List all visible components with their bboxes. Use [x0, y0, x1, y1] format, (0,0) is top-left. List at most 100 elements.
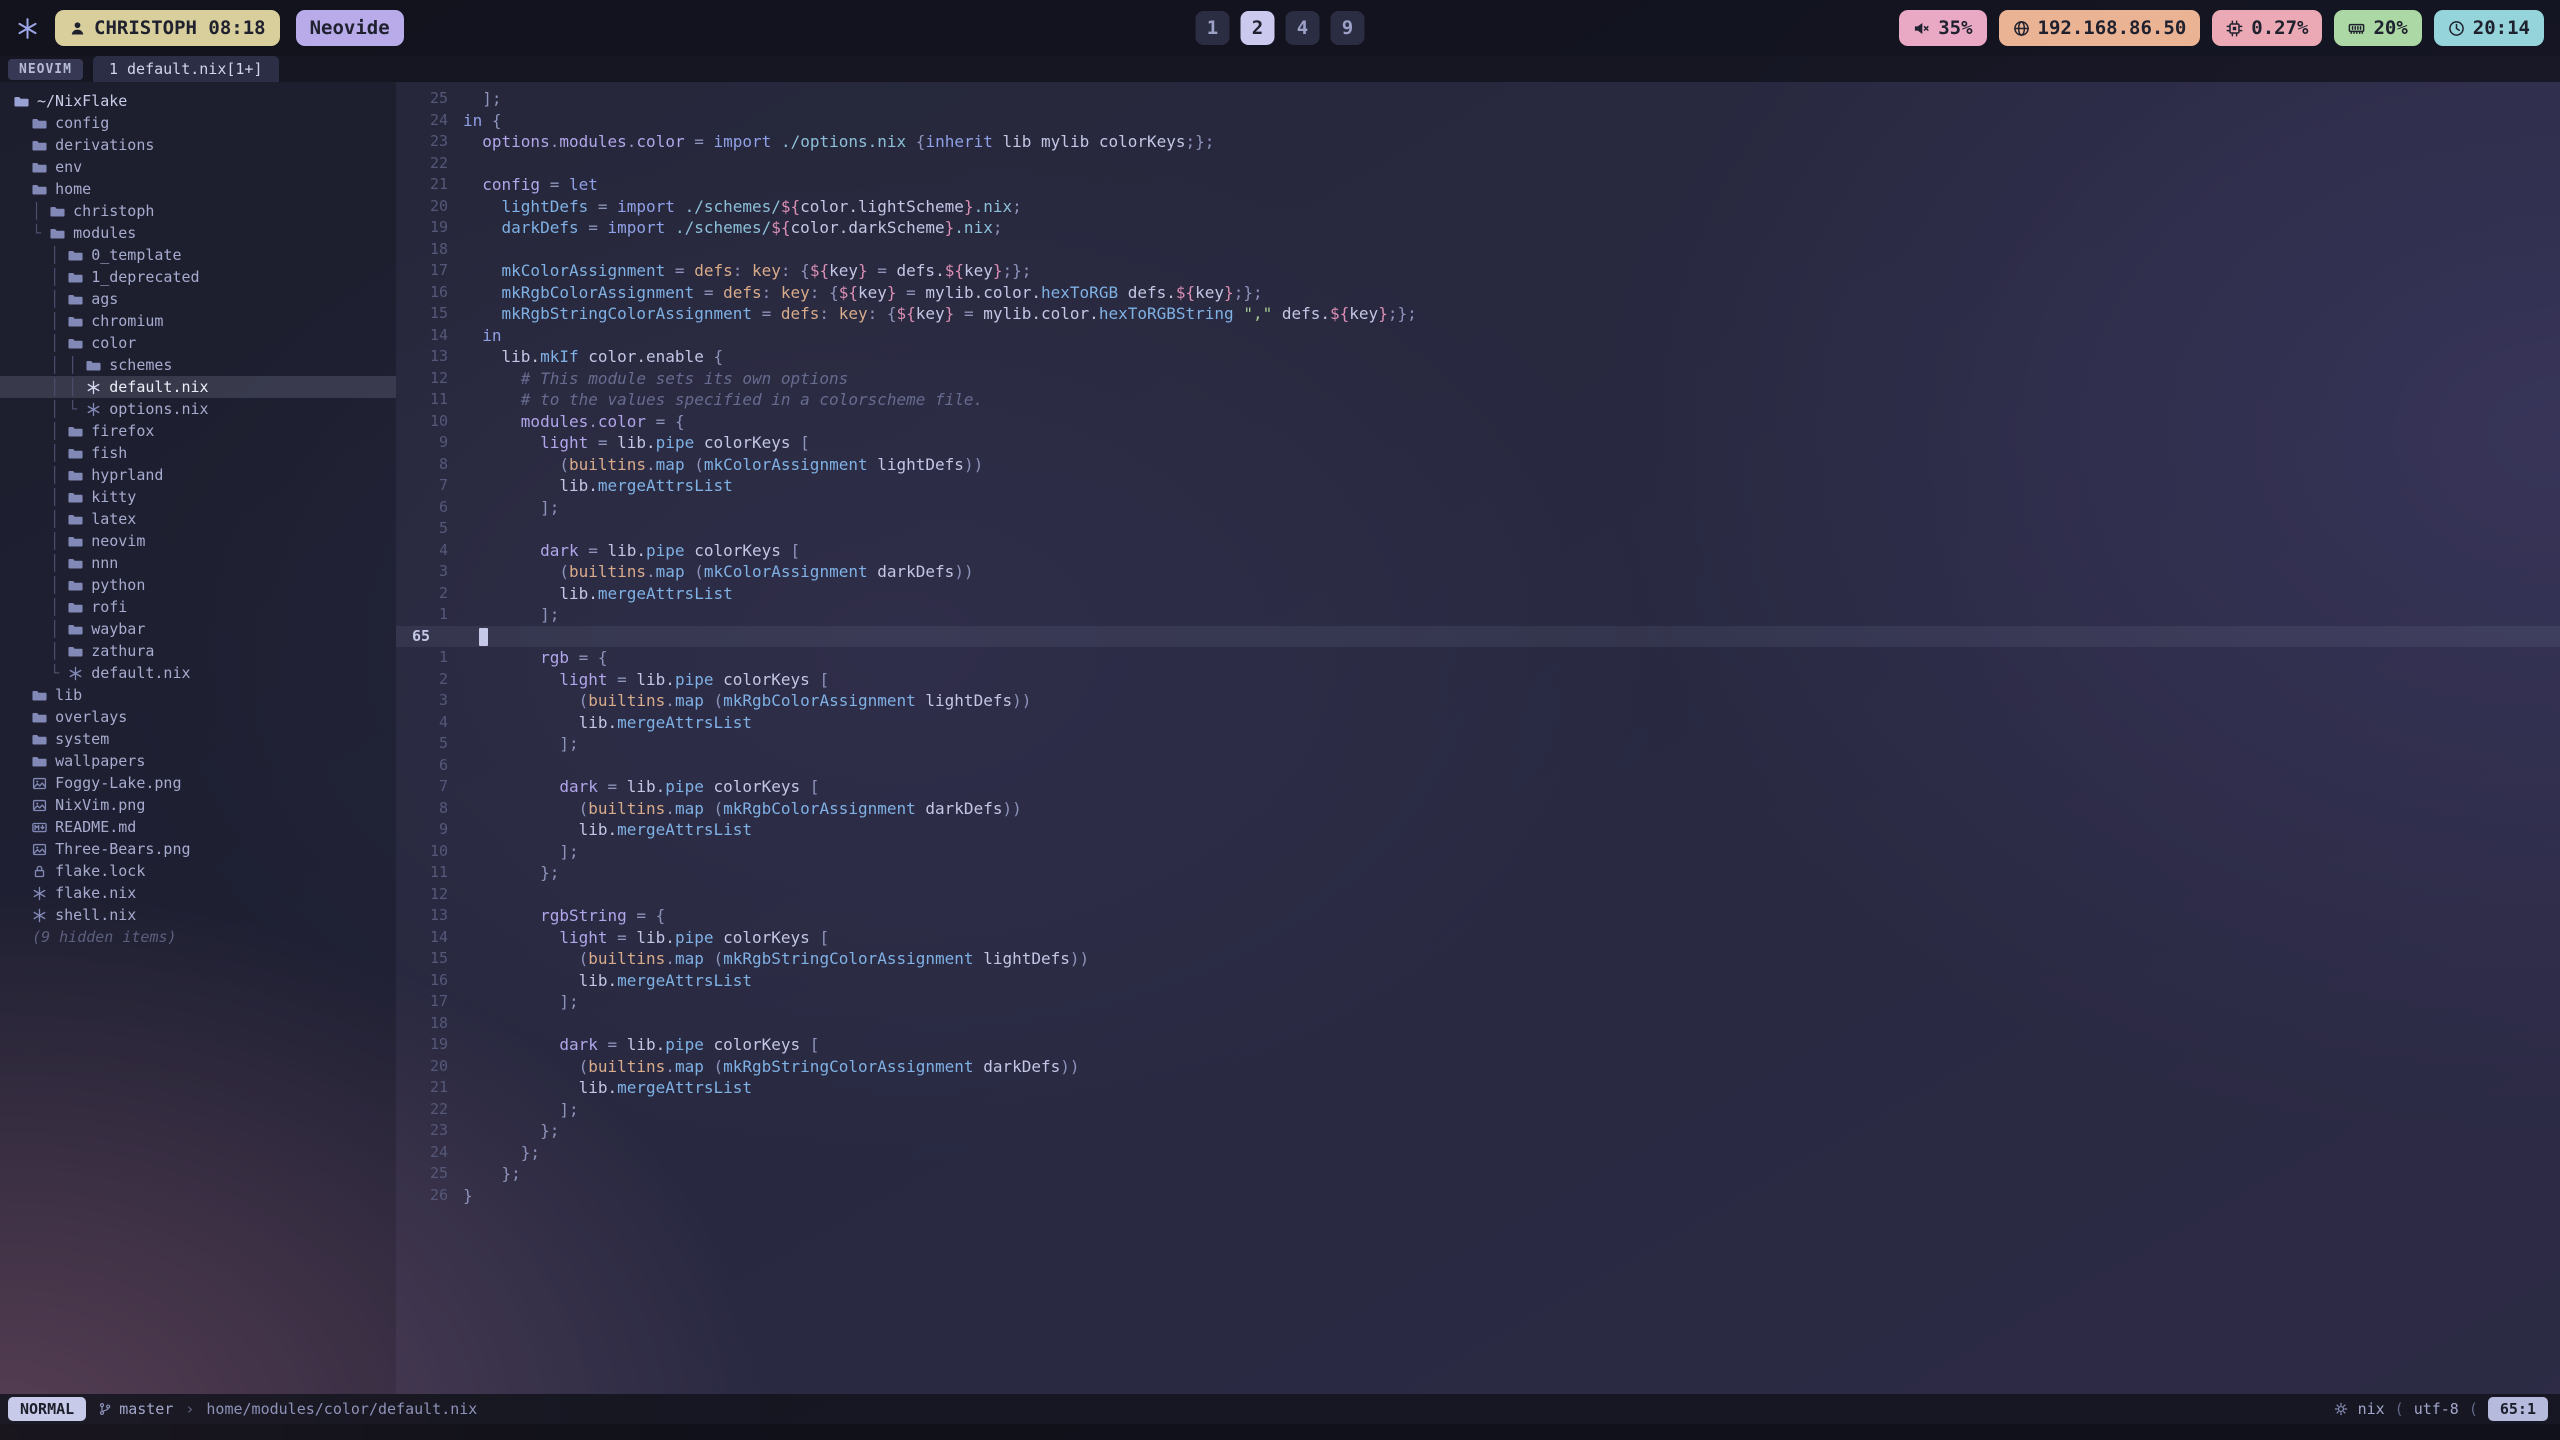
tree-item-rofi[interactable]: │ rofi — [0, 596, 396, 618]
editor[interactable]: 25 ];24in {23 options.modules.color = im… — [396, 82, 2560, 1394]
code-line[interactable]: 25 ]; — [396, 88, 2560, 110]
tree-item-schemes[interactable]: │ │ schemes — [0, 354, 396, 376]
code-line[interactable]: 21 lib.mergeAttrsList — [396, 1077, 2560, 1099]
tree-item-kitty[interactable]: │ kitty — [0, 486, 396, 508]
code-line[interactable]: 10 modules.color = { — [396, 411, 2560, 433]
tree-item-system[interactable]: system — [0, 728, 396, 750]
tab-default-nix[interactable]: 1 default.nix[1+] — [93, 56, 279, 82]
code-line[interactable]: 16 mkRgbColorAssignment = defs: key: {${… — [396, 282, 2560, 304]
tree-item-default-nix[interactable]: └ default.nix — [0, 662, 396, 684]
code-line[interactable]: 20 lightDefs = import ./schemes/${color.… — [396, 196, 2560, 218]
code-line[interactable]: 23 options.modules.color = import ./opti… — [396, 131, 2560, 153]
code-line[interactable]: 12 # This module sets its own options — [396, 368, 2560, 390]
code-line[interactable]: 1 ]; — [396, 604, 2560, 626]
code-line[interactable]: 18 — [396, 239, 2560, 261]
tree-item-zathura[interactable]: │ zathura — [0, 640, 396, 662]
code-line[interactable]: 17 mkColorAssignment = defs: key: {${key… — [396, 260, 2560, 282]
code-line[interactable]: 19 dark = lib.pipe colorKeys [ — [396, 1034, 2560, 1056]
code-line[interactable]: 16 lib.mergeAttrsList — [396, 970, 2560, 992]
tree-item-readme-md[interactable]: README.md — [0, 816, 396, 838]
workspace-9[interactable]: 9 — [1331, 11, 1365, 45]
tree-item-latex[interactable]: │ latex — [0, 508, 396, 530]
code-line[interactable]: 6 — [396, 755, 2560, 777]
tree-item-modules[interactable]: └ modules — [0, 222, 396, 244]
code-line[interactable]: 11 # to the values specified in a colors… — [396, 389, 2560, 411]
user-badge[interactable]: CHRISTOPH 08:18 — [55, 10, 280, 46]
code-line[interactable]: 5 — [396, 518, 2560, 540]
tree-item-config[interactable]: config — [0, 112, 396, 134]
code-line[interactable]: 15 (builtins.map (mkRgbStringColorAssign… — [396, 948, 2560, 970]
code-line[interactable]: 24 }; — [396, 1142, 2560, 1164]
workspace-2[interactable]: 2 — [1241, 11, 1275, 45]
tree-item-1-deprecated[interactable]: │ 1_deprecated — [0, 266, 396, 288]
code-line[interactable]: 9 lib.mergeAttrsList — [396, 819, 2560, 841]
code-line[interactable]: 2 light = lib.pipe colorKeys [ — [396, 669, 2560, 691]
tree-item-nixvim-png[interactable]: NixVim.png — [0, 794, 396, 816]
code-line[interactable]: 20 (builtins.map (mkRgbStringColorAssign… — [396, 1056, 2560, 1078]
tree-item-python[interactable]: │ python — [0, 574, 396, 596]
clock-badge[interactable]: 20:14 — [2434, 10, 2544, 46]
code-line[interactable]: 23 }; — [396, 1120, 2560, 1142]
tree-item-christoph[interactable]: │ christoph — [0, 200, 396, 222]
code-line[interactable]: 12 — [396, 884, 2560, 906]
code-line[interactable]: 14 in — [396, 325, 2560, 347]
code-line[interactable]: 13 rgbString = { — [396, 905, 2560, 927]
volume-badge[interactable]: 35% — [1899, 10, 1986, 46]
code-line[interactable]: 1 rgb = { — [396, 647, 2560, 669]
tree-item-lib[interactable]: lib — [0, 684, 396, 706]
app-badge[interactable]: Neovide — [296, 10, 404, 46]
tree-item-chromium[interactable]: │ chromium — [0, 310, 396, 332]
code-line[interactable]: 8 (builtins.map (mkRgbColorAssignment da… — [396, 798, 2560, 820]
code-line[interactable]: 9 light = lib.pipe colorKeys [ — [396, 432, 2560, 454]
workspace-1[interactable]: 1 — [1196, 11, 1230, 45]
tree-item-env[interactable]: env — [0, 156, 396, 178]
code-line[interactable]: 22 — [396, 153, 2560, 175]
tree-item-hyprland[interactable]: │ hyprland — [0, 464, 396, 486]
tree-item-three-bears-png[interactable]: Three-Bears.png — [0, 838, 396, 860]
tree-item-color[interactable]: │ color — [0, 332, 396, 354]
code-line[interactable]: 10 ]; — [396, 841, 2560, 863]
tree-item-shell-nix[interactable]: shell.nix — [0, 904, 396, 926]
tree-item-0-template[interactable]: │ 0_template — [0, 244, 396, 266]
code-line[interactable]: 7 lib.mergeAttrsList — [396, 475, 2560, 497]
code-line[interactable]: 15 mkRgbStringColorAssignment = defs: ke… — [396, 303, 2560, 325]
tree-item-home[interactable]: home — [0, 178, 396, 200]
code-line[interactable]: 4 lib.mergeAttrsList — [396, 712, 2560, 734]
tree-item-fish[interactable]: │ fish — [0, 442, 396, 464]
tree-item-waybar[interactable]: │ waybar — [0, 618, 396, 640]
code-line[interactable]: 13 lib.mkIf color.enable { — [396, 346, 2560, 368]
code-line[interactable]: 65 — [396, 626, 2560, 648]
tree-item-nnn[interactable]: │ nnn — [0, 552, 396, 574]
code-line[interactable]: 25 }; — [396, 1163, 2560, 1185]
memory-badge[interactable]: 20% — [2334, 10, 2421, 46]
code-line[interactable]: 4 dark = lib.pipe colorKeys [ — [396, 540, 2560, 562]
tree-item-firefox[interactable]: │ firefox — [0, 420, 396, 442]
tree-item-foggy-lake-png[interactable]: Foggy-Lake.png — [0, 772, 396, 794]
code-line[interactable]: 5 ]; — [396, 733, 2560, 755]
code-line[interactable]: 3 (builtins.map (mkColorAssignment darkD… — [396, 561, 2560, 583]
tree-item-flake-nix[interactable]: flake.nix — [0, 882, 396, 904]
code-line[interactable]: 2 lib.mergeAttrsList — [396, 583, 2560, 605]
tree-item-default-nix[interactable]: │ │ default.nix — [0, 376, 396, 398]
tree-item-neovim[interactable]: │ neovim — [0, 530, 396, 552]
tree-item-flake-lock[interactable]: flake.lock — [0, 860, 396, 882]
tree-item-overlays[interactable]: overlays — [0, 706, 396, 728]
code-line[interactable]: 21 config = let — [396, 174, 2560, 196]
code-line[interactable]: 24in { — [396, 110, 2560, 132]
code-line[interactable]: 18 — [396, 1013, 2560, 1035]
code-line[interactable]: 7 dark = lib.pipe colorKeys [ — [396, 776, 2560, 798]
code-line[interactable]: 19 darkDefs = import ./schemes/${color.d… — [396, 217, 2560, 239]
tree-item-ags[interactable]: │ ags — [0, 288, 396, 310]
code-line[interactable]: 17 ]; — [396, 991, 2560, 1013]
code-line[interactable]: 22 ]; — [396, 1099, 2560, 1121]
tree-item-wallpapers[interactable]: wallpapers — [0, 750, 396, 772]
code-line[interactable]: 6 ]; — [396, 497, 2560, 519]
workspace-4[interactable]: 4 — [1286, 11, 1320, 45]
tree-item-derivations[interactable]: derivations — [0, 134, 396, 156]
code-line[interactable]: 3 (builtins.map (mkRgbColorAssignment li… — [396, 690, 2560, 712]
network-badge[interactable]: 192.168.86.50 — [1999, 10, 2201, 46]
cpu-badge[interactable]: 0.27% — [2212, 10, 2322, 46]
tree-item-nixflake[interactable]: ~/NixFlake — [0, 90, 396, 112]
code-line[interactable]: 8 (builtins.map (mkColorAssignment light… — [396, 454, 2560, 476]
tree-item-options-nix[interactable]: │ └ options.nix — [0, 398, 396, 420]
